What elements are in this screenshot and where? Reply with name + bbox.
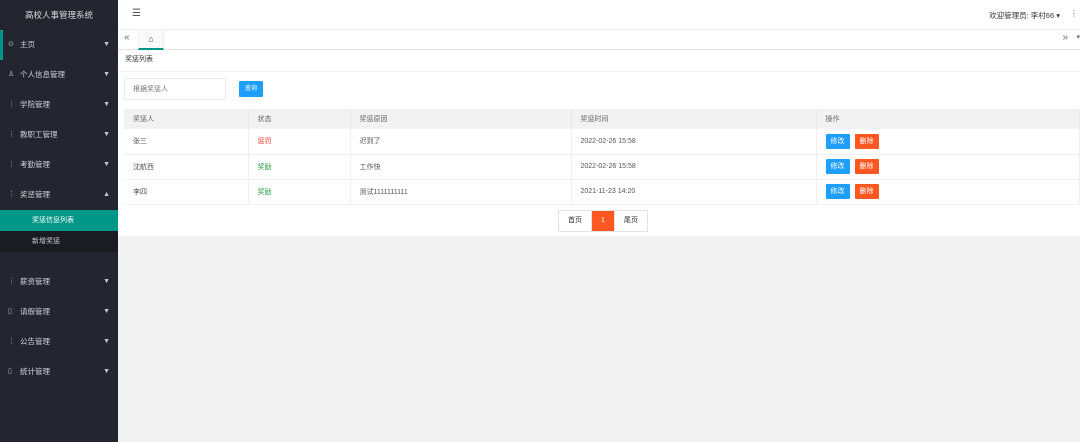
sidebar-item-label: 教职工管理: [20, 130, 58, 139]
column-header-actions: 操作: [816, 109, 1080, 129]
home-icon: ⌂: [148, 34, 154, 44]
chevron-down-icon[interactable]: ▾: [1076, 33, 1080, 41]
cell-reason: 工作快: [350, 154, 572, 180]
sidebar-item-salary[interactable]: ⋮ 薪资管理 ▼: [0, 267, 118, 297]
table-header-row: 奖惩人 状态 奖惩原因 奖惩时间 操作: [124, 109, 1080, 129]
sidebar-item-label: 奖惩管理: [20, 190, 50, 199]
menu-toggle-icon[interactable]: ☰: [132, 8, 141, 19]
page-title: 奖惩列表: [118, 50, 1080, 72]
column-header-person: 奖惩人: [124, 109, 249, 129]
tab-home[interactable]: ⌂: [138, 30, 164, 50]
cell-reason: 迟到了: [350, 129, 572, 155]
tab-bar: « ⌂ » ▾: [118, 30, 1080, 50]
chevron-down-icon: ▼: [103, 161, 110, 168]
chevron-down-icon: ▼: [103, 278, 110, 285]
sidebar-item-rewards[interactable]: ⋮ 奖惩管理 ▲: [0, 180, 118, 210]
cell-person: 张三: [124, 129, 249, 155]
document-icon: ▯: [8, 308, 12, 315]
edit-button[interactable]: 修改: [825, 184, 850, 199]
scroll-left-icon[interactable]: «: [124, 32, 130, 43]
column-header-time: 奖惩时间: [571, 109, 817, 129]
menu-icon: ⋮: [8, 191, 15, 198]
user-greeting: 欢迎管理员: 李村66: [989, 11, 1055, 20]
table-row: 李四 奖励 测试1111111111 2021-11-23 14:20 修改 删除: [124, 179, 1080, 205]
chevron-down-icon: ▼: [103, 71, 110, 78]
table-row: 沈航西 奖励 工作快 2022-02-26 15:58 修改 删除: [124, 154, 1080, 180]
user-icon: ♙: [8, 71, 15, 78]
sidebar: 高校人事管理系统 ⊙ 主页 ▼ ♙ 个人信息管理 ▼ ⋮ 学院管理 ▼ ⋮ 教职…: [0, 0, 118, 442]
menu-icon: ⋮: [8, 101, 15, 108]
sidebar-item-attendance[interactable]: ⋮ 考勤管理 ▼: [0, 150, 118, 180]
delete-button[interactable]: 删除: [854, 133, 879, 149]
reward-table: 奖惩人 状态 奖惩原因 奖惩时间 操作 张三 惩罚 迟到了 2022-02-26…: [124, 109, 1080, 205]
chevron-up-icon: ▲: [103, 191, 110, 198]
search-row: 查询: [118, 72, 1080, 112]
cell-time: 2022-02-26 15:58: [571, 129, 817, 155]
user-menu[interactable]: 欢迎管理员: 李村66 ▾: [989, 10, 1060, 21]
cell-person: 李四: [124, 179, 249, 205]
sidebar-item-label: 请假管理: [20, 307, 50, 316]
column-header-reason: 奖惩原因: [350, 109, 572, 129]
sidebar-item-personal-info[interactable]: ♙ 个人信息管理 ▼: [0, 60, 118, 90]
sidebar-submenu: 奖惩信息列表 新增奖惩: [0, 210, 118, 252]
sidebar-item-label: 考勤管理: [20, 160, 50, 169]
cell-actions: 修改 删除: [816, 154, 1080, 180]
pagination: 首页 1 尾页: [558, 210, 648, 232]
cell-actions: 修改 删除: [816, 129, 1080, 155]
first-page-button[interactable]: 首页: [559, 211, 592, 231]
scroll-right-icon[interactable]: »: [1062, 32, 1068, 43]
document-icon: ▯: [8, 368, 12, 375]
dashboard-icon: ⊙: [8, 41, 14, 48]
delete-button[interactable]: 删除: [854, 184, 879, 199]
app-logo: 高校人事管理系统: [24, 10, 93, 20]
sidebar-item-staff[interactable]: ⋮ 教职工管理 ▼: [0, 120, 118, 150]
edit-button[interactable]: 修改: [825, 133, 850, 149]
table-row: 张三 惩罚 迟到了 2022-02-26 15:58 修改 删除: [124, 129, 1080, 155]
content-card: 奖惩列表 查询 奖惩人 状态 奖惩原因 奖惩时间 操作 张三 惩罚 迟到了 20…: [118, 50, 1080, 236]
cell-time: 2022-02-26 15:58: [571, 154, 817, 180]
chevron-down-icon: ▼: [103, 41, 110, 48]
sidebar-item-announcement[interactable]: ⋮ 公告管理 ▼: [0, 327, 118, 357]
menu-icon: ⋮: [8, 131, 15, 138]
sidebar-item-label: 主页: [20, 40, 35, 49]
cell-status: 惩罚: [248, 129, 351, 155]
search-input[interactable]: [124, 78, 226, 100]
chevron-down-icon: ▼: [103, 131, 110, 138]
chevron-down-icon: ▼: [103, 308, 110, 315]
cell-time: 2021-11-23 14:20: [571, 179, 817, 205]
top-header: ☰ 欢迎管理员: 李村66 ▾ ⋮: [118, 0, 1080, 30]
menu-icon: ⋮: [8, 338, 15, 345]
sidebar-item-statistics[interactable]: ▯ 统计管理 ▼: [0, 357, 118, 387]
sidebar-subitem-add-reward[interactable]: 新增奖惩: [0, 231, 118, 252]
cell-reason: 测试1111111111: [350, 179, 572, 205]
chevron-down-icon: ▼: [103, 368, 110, 375]
edit-button[interactable]: 修改: [825, 159, 850, 174]
cell-person: 沈航西: [124, 154, 249, 180]
more-icon[interactable]: ⋮: [1070, 9, 1078, 18]
menu-icon: ⋮: [8, 161, 15, 168]
sidebar-item-college[interactable]: ⋮ 学院管理 ▼: [0, 90, 118, 120]
search-button[interactable]: 查询: [239, 81, 263, 97]
cell-status: 奖励: [248, 179, 351, 205]
chevron-down-icon: ▼: [103, 338, 110, 345]
sidebar-item-label: 个人信息管理: [20, 70, 65, 79]
sidebar-item-label: 学院管理: [20, 100, 50, 109]
sidebar-item-home[interactable]: ⊙ 主页 ▼: [0, 30, 118, 60]
cell-actions: 修改 删除: [816, 179, 1080, 205]
sidebar-item-leave[interactable]: ▯ 请假管理 ▼: [0, 297, 118, 327]
cell-status: 奖励: [248, 154, 351, 180]
sidebar-item-label: 统计管理: [20, 367, 50, 376]
sidebar-subitem-reward-list[interactable]: 奖惩信息列表: [0, 210, 118, 231]
current-page[interactable]: 1: [592, 211, 615, 231]
sidebar-item-label: 公告管理: [20, 337, 50, 346]
delete-button[interactable]: 删除: [854, 159, 879, 174]
menu-icon: ⋮: [8, 278, 15, 285]
chevron-down-icon: ▼: [103, 101, 110, 108]
last-page-button[interactable]: 尾页: [614, 211, 647, 231]
sidebar-item-label: 薪资管理: [20, 277, 50, 286]
column-header-status: 状态: [248, 109, 351, 129]
